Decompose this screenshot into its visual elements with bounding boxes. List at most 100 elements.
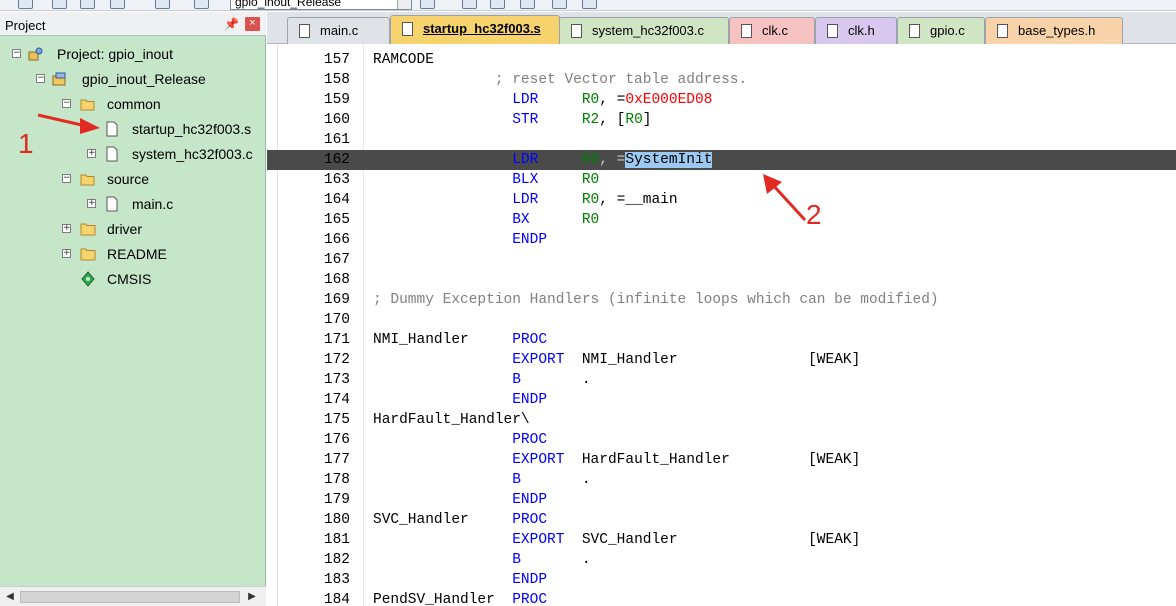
tab-gpio-c[interactable]: gpio.c (897, 17, 985, 44)
tree-item-label: Project: gpio_inout (57, 46, 173, 62)
code-text: B . (512, 552, 591, 568)
project-panel: Project 📌 × − Project: gpio_inout − gpio… (0, 12, 266, 606)
close-icon[interactable]: × (245, 17, 260, 31)
line-number: 179 (323, 492, 350, 508)
tree-item-label: main.c (132, 196, 174, 212)
code-line[interactable]: 161 (267, 130, 1176, 150)
line-number: 162 (323, 152, 350, 168)
code-line[interactable]: 168 (267, 270, 1176, 290)
toolbar-icon[interactable] (155, 0, 170, 9)
code-text: RAMCODE (373, 52, 434, 68)
tree-item-target[interactable]: − gpio_inout_Release (0, 69, 260, 89)
tree-item-label: startup_hc32f003.s (132, 121, 252, 137)
tab-main-c[interactable]: main.c (287, 17, 390, 44)
code-line[interactable]: 173 B . (267, 370, 1176, 390)
toolbar-icon[interactable] (80, 0, 95, 9)
code-line[interactable]: 157 RAMCODE (267, 50, 1176, 70)
tree-item-readme[interactable]: + README (0, 244, 260, 264)
tab-label: clk.c (762, 23, 788, 38)
tree-item-cmsis[interactable]: CMSIS (0, 269, 260, 289)
code-text: LDR R0, =SystemInit (512, 152, 713, 168)
tab-label: startup_hc32f003.s (423, 21, 541, 36)
expand-icon[interactable]: + (87, 199, 96, 208)
code-line[interactable]: 177 EXPORT HardFault_Handler [WEAK] (267, 450, 1176, 470)
tab-label: gpio.c (930, 23, 965, 38)
line-number: 166 (323, 232, 350, 248)
code-line[interactable]: 172 EXPORT NMI_Handler [WEAK] (267, 350, 1176, 370)
code-text: LDR R0, =__main (512, 192, 678, 208)
code-line[interactable]: 174 ENDP (267, 390, 1176, 410)
expand-icon[interactable]: + (62, 224, 71, 233)
line-number: 158 (323, 72, 350, 88)
line-number: 170 (323, 312, 350, 328)
tree-item-driver[interactable]: + driver (0, 219, 260, 239)
file-icon (827, 24, 838, 38)
code-line[interactable]: 178 B . (267, 470, 1176, 490)
code-line[interactable]: 158 ; reset Vector table address. (267, 70, 1176, 90)
code-text: LDR R0, =0xE000ED08 (512, 92, 713, 108)
code-line[interactable]: 181 EXPORT SVC_Handler [WEAK] (267, 530, 1176, 550)
tab-startup-hc32f003-s[interactable]: startup_hc32f003.s (390, 15, 560, 44)
target-select[interactable]: gpio_inout_Release (230, 0, 412, 10)
code-line[interactable]: 169 ; Dummy Exception Handlers (infinite … (267, 290, 1176, 310)
code-line[interactable]: 160 STR R2, [R0] (267, 110, 1176, 130)
code-text: EXPORT NMI_Handler [WEAK] (512, 352, 861, 368)
tree-item-source[interactable]: − source (0, 169, 260, 189)
tab-clk-h[interactable]: clk.h (815, 17, 897, 44)
code-line[interactable]: 159 LDR R0, =0xE000ED08 (267, 90, 1176, 110)
code-line[interactable]: 183 ENDP (267, 570, 1176, 590)
tab-clk-c[interactable]: clk.c (729, 17, 815, 44)
code-line[interactable]: 179 ENDP (267, 490, 1176, 510)
toolbar-icon[interactable] (490, 0, 505, 9)
pin-icon[interactable]: 📌 (224, 17, 239, 31)
toolbar-icon[interactable] (420, 0, 435, 9)
tree-item-main-file[interactable]: + main.c (0, 194, 260, 214)
tab-system-hc32f003-c[interactable]: system_hc32f003.c (559, 17, 729, 44)
toolbar-icon[interactable] (18, 0, 33, 9)
code-line[interactable]: 165 BX R0 (267, 210, 1176, 230)
code-editor[interactable]: 157 RAMCODE 158 ; reset Vector table addre… (267, 44, 1176, 606)
code-line[interactable]: 166 ENDP (267, 230, 1176, 250)
collapse-icon[interactable]: − (62, 99, 71, 108)
expand-icon[interactable]: + (62, 249, 71, 258)
code-line[interactable]: 180 SVC_Handler PROC (267, 510, 1176, 530)
scroll-left-icon[interactable]: ◀ (2, 589, 18, 605)
code-line[interactable]: 167 (267, 250, 1176, 270)
line-number: 176 (323, 432, 350, 448)
code-text: ; reset Vector table address. (494, 72, 748, 88)
line-number: 183 (323, 572, 350, 588)
file-icon (997, 24, 1008, 38)
code-line[interactable]: 170 (267, 310, 1176, 330)
code-line[interactable]: 182 B . (267, 550, 1176, 570)
selected-text[interactable]: SystemInit (625, 152, 713, 168)
current-code-line[interactable]: 162 LDR R0, =SystemInit (267, 150, 1176, 170)
code-line[interactable]: 164 LDR R0, =__main (267, 190, 1176, 210)
toolbar-icon[interactable] (520, 0, 535, 9)
chevron-down-icon[interactable] (397, 0, 411, 9)
tree-item-label: CMSIS (107, 271, 152, 287)
collapse-icon[interactable]: − (36, 74, 45, 83)
toolbar-icon[interactable] (110, 0, 125, 9)
collapse-icon[interactable]: − (62, 174, 71, 183)
scroll-right-icon[interactable]: ▶ (244, 589, 260, 605)
scrollbar-thumb[interactable] (20, 591, 240, 603)
code-line[interactable]: 184 PendSV_Handler PROC (267, 590, 1176, 606)
code-line[interactable]: 176 PROC (267, 430, 1176, 450)
tree-item-project[interactable]: − Project: gpio_inout (0, 44, 260, 64)
code-line[interactable]: 175 HardFault_Handler\ (267, 410, 1176, 430)
tab-base-types-h[interactable]: base_types.h (985, 17, 1123, 44)
line-number: 164 (323, 192, 350, 208)
code-line[interactable]: 171 NMI_Handler PROC (267, 330, 1176, 350)
code-text: STR R2, [R0] (512, 112, 652, 128)
horizontal-scrollbar[interactable]: ◀ ▶ (0, 586, 266, 606)
toolbar-icon[interactable] (552, 0, 567, 9)
collapse-icon[interactable]: − (12, 49, 21, 58)
code-line[interactable]: 163 BLX R0 (267, 170, 1176, 190)
toolbar-icon[interactable] (194, 0, 209, 9)
line-number: 181 (323, 532, 350, 548)
tree-item-label: gpio_inout_Release (82, 71, 206, 87)
toolbar-icon[interactable] (52, 0, 67, 9)
toolbar-icon[interactable] (462, 0, 477, 9)
toolbar-icon[interactable] (582, 0, 597, 9)
folder-icon (80, 248, 96, 261)
